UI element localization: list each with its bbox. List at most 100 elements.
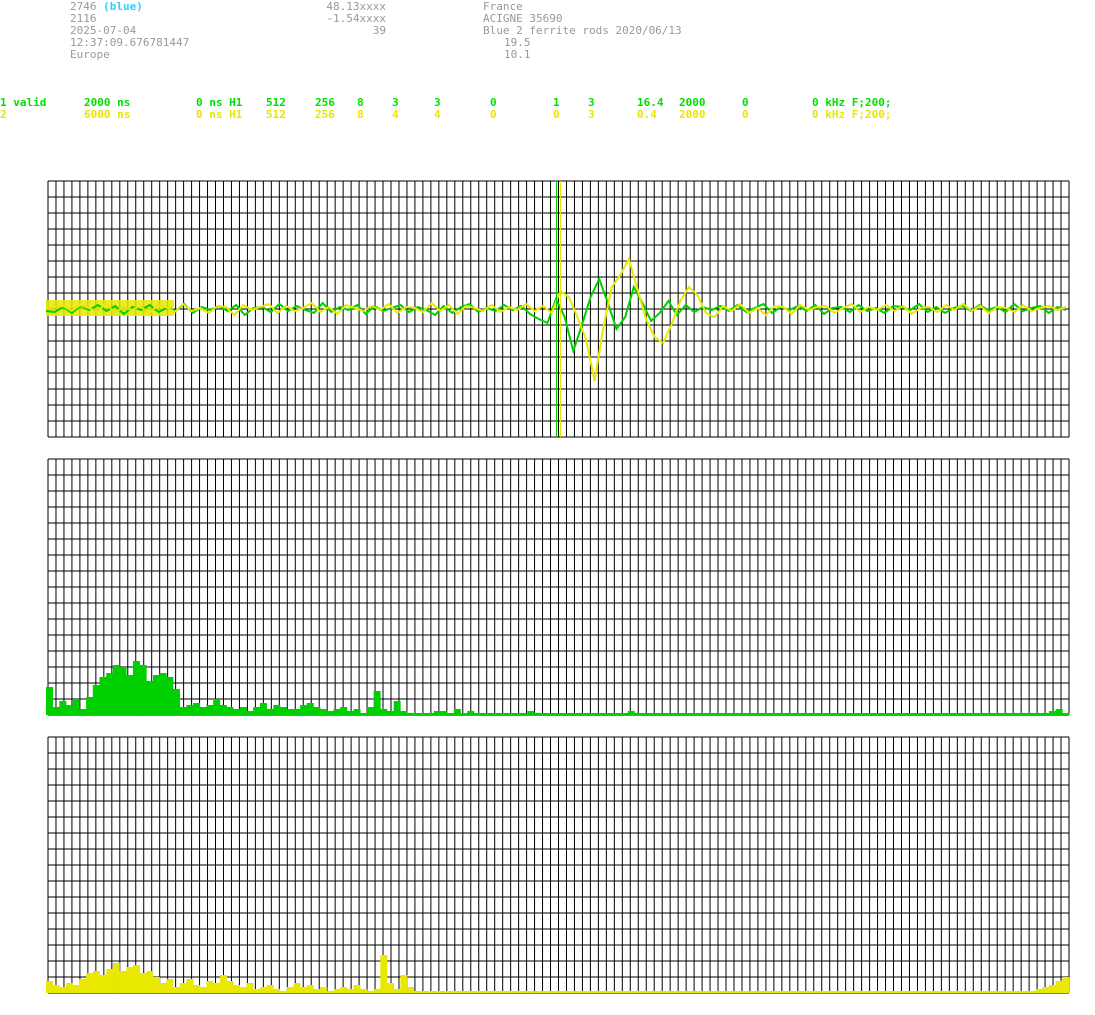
spectrum-green-bar: [52, 707, 60, 715]
spectrum-green-bar: [407, 713, 415, 715]
spectrum-green-bar: [473, 713, 481, 715]
spectrum-yellow-bar: [253, 989, 261, 993]
spectrum-green-bar: [781, 713, 789, 715]
spectrum-green-bar: [1055, 709, 1063, 715]
spectrum-green-bar: [72, 699, 80, 715]
spectrum-green-bar: [875, 713, 883, 715]
spectrum-green-bar: [574, 713, 582, 715]
spectrum-yellow-bar: [106, 969, 114, 993]
spectrum-green-bar: [433, 711, 441, 715]
spectrum-yellow-bar: [928, 991, 936, 993]
spectrum-green-bar: [313, 707, 321, 715]
spectrum-yellow-bar: [527, 991, 535, 993]
spectrum-yellow-bar: [761, 991, 769, 993]
spectrum-yellow-bar: [975, 991, 983, 993]
spectrum-green-bar: [988, 713, 996, 715]
spectrum-yellow-bar: [86, 973, 94, 993]
spectrum-yellow-bar: [687, 991, 695, 993]
spectrum-green-bar: [788, 713, 796, 715]
spectrum-green-bar: [373, 691, 381, 715]
spectrum-green-bar: [300, 705, 308, 715]
spectrum-green-bar: [1008, 713, 1016, 715]
channel-id: 1 valid: [0, 96, 47, 109]
spectrum-green-bar: [1035, 713, 1043, 715]
spectrum-green-bar: [139, 665, 147, 715]
spectrum-yellow-bar: [814, 991, 822, 993]
spectrum-yellow-bar: [52, 985, 60, 993]
channel-c2: 256: [315, 108, 335, 121]
spectrum-green-bar: [66, 705, 74, 715]
spectrum-yellow-bar: [92, 971, 100, 993]
spectrum-yellow-bar: [132, 965, 140, 993]
spectrum-green-bar: [273, 705, 281, 715]
spectrum-yellow-bar: [219, 975, 227, 993]
spectrum-green-bar: [761, 713, 769, 715]
spectrum-green-bar: [728, 713, 735, 715]
spectrum-yellow-bar: [286, 987, 294, 993]
spectrum-yellow-bar: [407, 987, 415, 993]
channel-offset: 0 ns H1: [196, 108, 243, 121]
spectrum-yellow-bar: [587, 991, 595, 993]
channel-c8: 3: [588, 108, 595, 121]
spectrum-yellow-bar: [728, 991, 735, 993]
spectrum-green-bar: [86, 697, 94, 715]
spectrum-green-bar: [326, 711, 334, 715]
spectrum-green-bar: [580, 713, 588, 715]
spectrum-green-bar: [92, 685, 100, 715]
spectrum-yellow-bar: [293, 983, 301, 993]
spectrum-yellow-bar: [447, 991, 455, 993]
spectrum-yellow-bar: [1028, 991, 1036, 993]
spectrum-green-bar: [46, 687, 53, 715]
spectrum-yellow-bar: [921, 991, 929, 993]
spectrum-yellow-bar: [955, 991, 963, 993]
spectrum-yellow-bar: [968, 991, 976, 993]
spectrum-yellow-bar: [246, 983, 254, 993]
spectrum-green-bar: [674, 713, 682, 715]
spectrum-green-bar: [808, 713, 816, 715]
spectrum-green-bar: [935, 713, 943, 715]
spectrum-yellow-bar: [480, 991, 488, 993]
channel-row-1: 1 valid 2000 ns 0 ns H1 512 256 8 3 3 0 …: [0, 97, 1095, 109]
spectrum-green-bar: [982, 713, 990, 715]
spectrum-green-bar: [681, 713, 689, 715]
spectrum-yellow-bar: [560, 991, 568, 993]
spectrum-green-bar: [687, 713, 695, 715]
spectrum-yellow-bar: [152, 977, 160, 993]
spectrum-green-bar: [768, 713, 776, 715]
spectrum-yellow-bar: [681, 991, 689, 993]
spectrum-yellow-bar: [280, 991, 288, 993]
spectrum-yellow-bar: [473, 991, 481, 993]
spectrum-yellow-bar: [901, 991, 909, 993]
spectrum-yellow-bar: [199, 987, 207, 993]
spectrum-yellow-bar: [547, 991, 555, 993]
waveform-panel: [45, 180, 1070, 438]
spectrum-green-bar: [721, 713, 729, 715]
spectrum-green-bar: [119, 667, 127, 715]
spectrum-green-bar: [179, 707, 187, 715]
spectrum-yellow-bar: [661, 991, 669, 993]
spectrum-yellow-bar: [647, 991, 655, 993]
spectrum-green-bar: [962, 713, 970, 715]
spectrum-green-bar: [493, 713, 501, 715]
spectrum-green-bar: [621, 713, 629, 715]
spectrum-yellow-bar: [982, 991, 990, 993]
spectrum-green-bar: [487, 713, 495, 715]
station-color-label: (blue): [103, 0, 143, 13]
spectrum-green-bar: [152, 675, 160, 715]
spectrum-green-bar: [59, 701, 67, 715]
spectrum-green-bar: [226, 707, 234, 715]
spectrum-green-bar: [280, 707, 288, 715]
spectrum-yellow-bar: [259, 987, 267, 993]
spectrum-yellow-bar: [266, 985, 274, 993]
spectrum-green-bar: [159, 673, 167, 715]
spectrum-green-bar: [132, 661, 140, 715]
spectrum-green-bar: [500, 713, 508, 715]
spectrum-yellow-bar: [915, 991, 923, 993]
spectrum-green-bar: [1028, 713, 1036, 715]
spectrum-green-bar: [560, 713, 568, 715]
spectrum-green-bar: [413, 713, 421, 715]
spectrum-yellow-bar: [962, 991, 970, 993]
spectrum-green-bar: [440, 711, 448, 715]
station-region: Europe: [70, 48, 110, 61]
spectrum-green-bar: [366, 707, 374, 715]
